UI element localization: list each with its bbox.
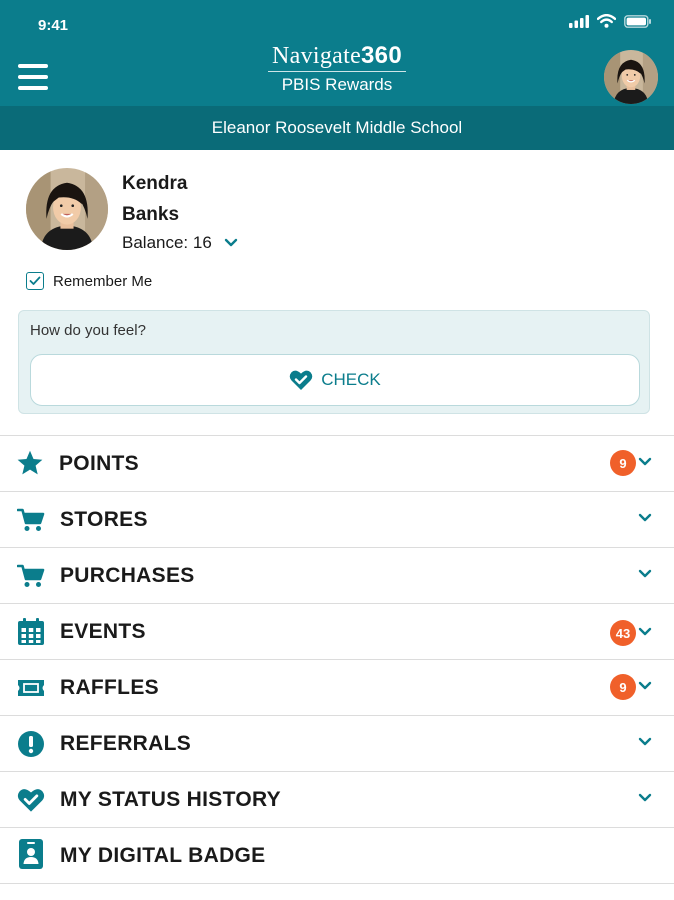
chevron-down-icon[interactable] [638,627,652,637]
chevron-down-icon [224,238,238,248]
brand-divider [268,71,406,72]
chevron-down-icon[interactable] [638,793,652,803]
chevron-down-icon[interactable] [638,681,652,691]
app-header: 9:41 Navigate360 PBIS Rewards [0,0,674,106]
heart-check-icon [289,370,313,390]
chevron-down-icon[interactable] [638,513,652,523]
chevron-down-icon[interactable] [638,457,652,467]
menu-item-label: STORES [60,508,148,531]
student-first-name: Kendra [122,173,188,194]
check-button-label: CHECK [321,370,381,389]
brand-main: Navigate [272,43,362,69]
remember-me-label: Remember Me [53,272,153,290]
menu-item-raffles[interactable]: RAFFLES 9 [0,660,674,716]
balance-dropdown[interactable]: Balance: 16 [122,233,238,253]
battery-icon [624,14,651,28]
brand-number: 360 [361,42,402,69]
menu-item-referrals[interactable]: REFERRALS [0,716,674,772]
balance-label: Balance: 16 [122,233,212,252]
cart-icon [17,506,45,534]
header-avatar[interactable] [604,50,658,104]
wifi-icon [597,14,616,28]
menu-item-label: EVENTS [60,620,146,643]
status-time: 9:41 [38,17,69,34]
school-name: Eleanor Roosevelt Middle School [0,106,674,150]
signal-icon [569,14,589,28]
checkmark-icon [29,276,41,285]
menu-item-points[interactable]: POINTS 9 [0,436,674,492]
star-icon [16,449,44,477]
feel-question: How do you feel? [30,322,146,339]
profile-avatar [26,168,108,250]
menu-list: POINTS 9 STORES PURCHASES EVENTS 43 RAFF… [0,435,674,884]
notification-badge: 9 [610,450,636,476]
brand-subtitle: PBIS Rewards [281,75,393,94]
menu-item-stores[interactable]: STORES [0,492,674,548]
id-badge-icon [17,839,45,869]
menu-item-label: REFERRALS [60,732,192,755]
chevron-down-icon[interactable] [638,737,652,747]
checkbox-box[interactable] [26,272,44,290]
app-brand: Navigate360 PBIS Rewards [0,42,674,96]
brand-logo-text: Navigate360 [0,42,674,70]
menu-item-label: MY STATUS HISTORY [60,788,281,811]
status-icons [569,14,652,28]
feel-check-card: How do you feel? CHECK [18,310,650,414]
remember-me-checkbox[interactable]: Remember Me [26,272,152,290]
student-last-name: Banks [122,204,180,225]
menu-item-label: PURCHASES [60,564,195,587]
calendar-icon [17,618,45,646]
menu-item-label: RAFFLES [60,676,159,699]
ticket-icon [17,674,45,702]
menu-item-label: POINTS [59,452,139,475]
menu-item-label: MY DIGITAL BADGE [60,844,266,867]
cart-icon [17,562,45,590]
chevron-down-icon[interactable] [638,569,652,579]
notification-badge: 43 [610,620,636,646]
heart-check-icon [17,786,45,814]
menu-item-my-digital-badge[interactable]: MY DIGITAL BADGE [0,828,674,884]
menu-item-my-status-history[interactable]: MY STATUS HISTORY [0,772,674,828]
exclamation-icon [17,730,45,758]
notification-badge: 9 [610,674,636,700]
check-button[interactable]: CHECK [30,354,640,406]
menu-item-events[interactable]: EVENTS 43 [0,604,674,660]
menu-item-purchases[interactable]: PURCHASES [0,548,674,604]
